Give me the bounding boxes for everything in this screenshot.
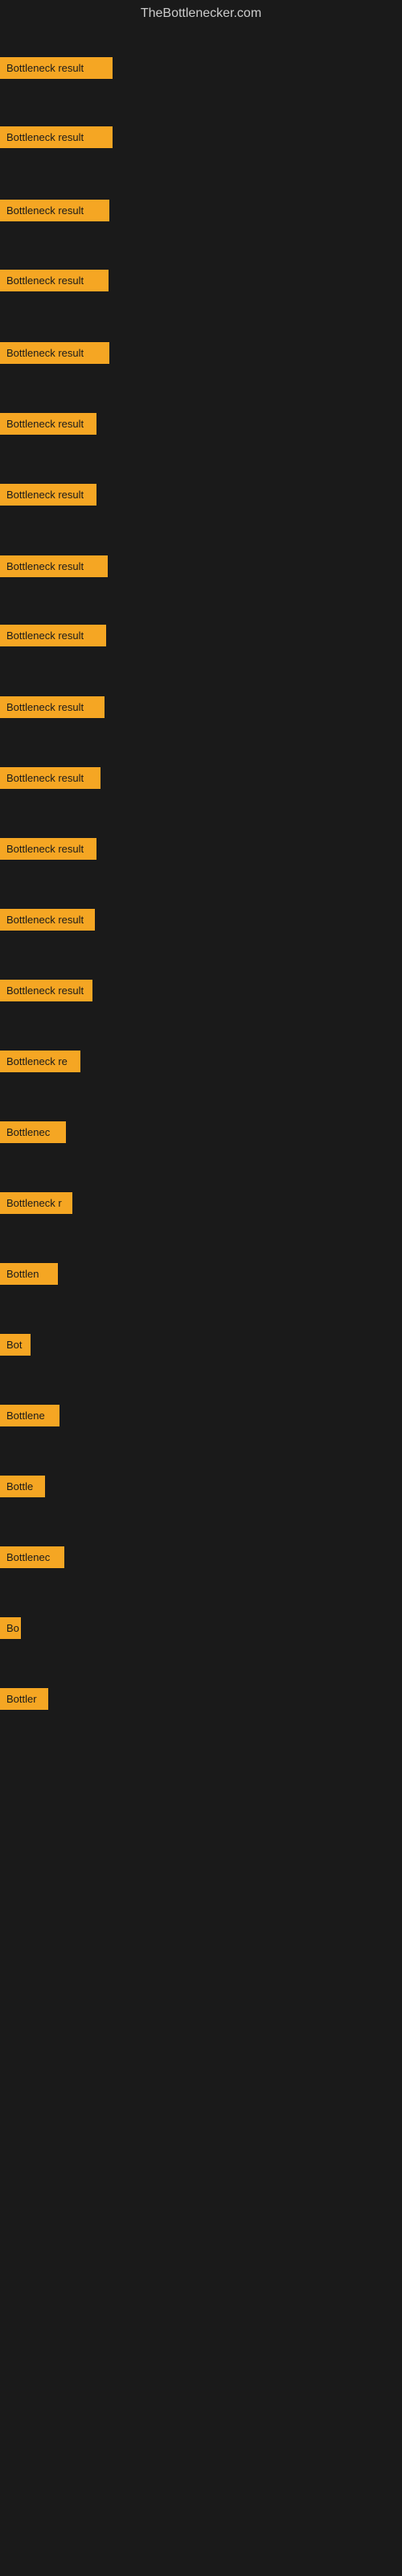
bottleneck-result-item[interactable]: Bottleneck result — [0, 342, 109, 364]
bottleneck-result-item[interactable]: Bottleneck re — [0, 1051, 80, 1072]
bottleneck-result-item[interactable]: Bottleneck result — [0, 625, 106, 646]
bottleneck-result-item[interactable]: Bottlenec — [0, 1546, 64, 1568]
bottleneck-result-item[interactable]: Bottleneck result — [0, 909, 95, 931]
bottleneck-result-item[interactable]: Bottle — [0, 1476, 45, 1497]
bottleneck-result-item[interactable]: Bottler — [0, 1688, 48, 1710]
site-title: TheBottlenecker.com — [0, 0, 402, 27]
bottleneck-result-item[interactable]: Bottleneck result — [0, 838, 96, 860]
bottleneck-result-item[interactable]: Bo — [0, 1617, 21, 1639]
bottleneck-result-item[interactable]: Bottleneck result — [0, 200, 109, 221]
bottleneck-result-item[interactable]: Bottleneck result — [0, 484, 96, 506]
bottleneck-result-item[interactable]: Bottleneck result — [0, 767, 100, 789]
bottleneck-result-item[interactable]: Bot — [0, 1334, 31, 1356]
bottleneck-result-item[interactable]: Bottlenec — [0, 1121, 66, 1143]
bottleneck-result-item[interactable]: Bottleneck result — [0, 57, 113, 79]
bottleneck-result-item[interactable]: Bottleneck r — [0, 1192, 72, 1214]
bottleneck-result-item[interactable]: Bottleneck result — [0, 696, 105, 718]
bottleneck-result-item[interactable]: Bottleneck result — [0, 980, 92, 1001]
bottleneck-result-item[interactable]: Bottleneck result — [0, 413, 96, 435]
bottleneck-result-item[interactable]: Bottleneck result — [0, 126, 113, 148]
bottleneck-result-item[interactable]: Bottlene — [0, 1405, 59, 1426]
bottleneck-result-item[interactable]: Bottleneck result — [0, 270, 109, 291]
bottleneck-result-item[interactable]: Bottlen — [0, 1263, 58, 1285]
bottleneck-result-item[interactable]: Bottleneck result — [0, 555, 108, 577]
